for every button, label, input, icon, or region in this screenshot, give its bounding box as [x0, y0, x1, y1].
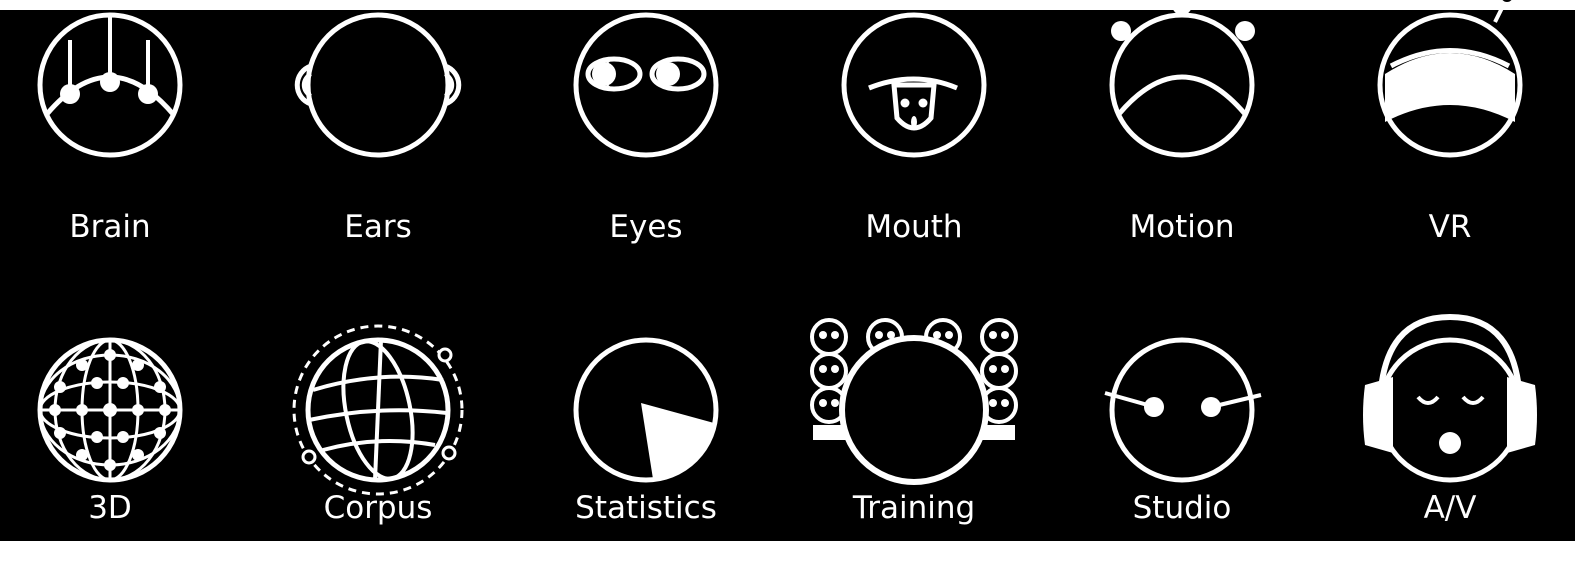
icon-grid-panel: Brain Ears Eyes Mouth Motion VR 3D Corpu…: [0, 0, 1575, 541]
brain-label: Brain: [69, 209, 151, 245]
eyes-label: Eyes: [609, 209, 683, 245]
vr-icon: [1377, 0, 1523, 158]
motion-label: Motion: [1129, 209, 1235, 245]
ears-icon: [294, 12, 462, 158]
icon-tile-corpus[interactable]: Corpus: [268, 324, 488, 575]
brain-icon: [37, 12, 183, 158]
icon-tile-eyes[interactable]: Eyes: [536, 10, 756, 250]
icon-tile-mouth[interactable]: Mouth: [804, 10, 1024, 250]
mouth-label: Mouth: [865, 209, 963, 245]
studio-label: Studio: [1132, 490, 1232, 526]
statistics-icon: [573, 337, 719, 483]
vr-label: VR: [1428, 209, 1472, 245]
mouth-icon: [841, 12, 987, 158]
av-label: A/V: [1423, 490, 1477, 526]
training-icon: [810, 318, 1018, 485]
icon-tile-vr[interactable]: VR: [1340, 0, 1560, 250]
motion-icon: [1109, 0, 1255, 158]
av-icon: [1363, 313, 1537, 483]
icon-tile-av[interactable]: A/V: [1340, 313, 1560, 575]
training-label: Training: [852, 490, 976, 526]
studio-icon: [1104, 337, 1262, 483]
icon-tile-ears[interactable]: Ears: [268, 10, 488, 250]
corpus-icon: [292, 324, 464, 496]
icon-tile-motion[interactable]: Motion: [1072, 0, 1292, 250]
eyes-icon: [573, 12, 719, 158]
ears-label: Ears: [344, 209, 412, 245]
icon-tile-training[interactable]: Training: [804, 318, 1024, 575]
3d-icon: [37, 337, 183, 483]
icon-tile-studio[interactable]: Studio: [1072, 335, 1292, 575]
statistics-label: Statistics: [575, 490, 717, 526]
icon-tile-statistics[interactable]: Statistics: [536, 335, 756, 575]
icon-tile-brain[interactable]: Brain: [0, 10, 220, 250]
icon-tile-3d[interactable]: 3D: [0, 335, 220, 575]
3d-label: 3D: [88, 490, 132, 526]
corpus-label: Corpus: [323, 490, 433, 526]
